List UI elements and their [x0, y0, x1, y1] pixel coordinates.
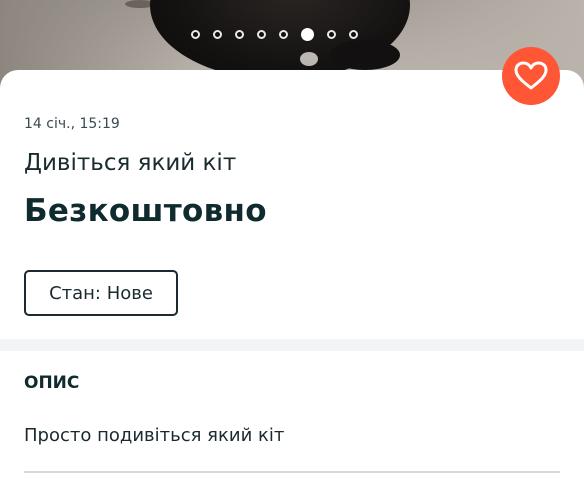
condition-badge: Стан: Нове — [24, 270, 178, 316]
favorite-button[interactable] — [502, 47, 560, 105]
gallery-dot[interactable] — [235, 30, 244, 39]
divider — [24, 471, 560, 473]
description-text: Просто подивіться який кіт — [24, 425, 285, 446]
gallery-pagination — [191, 28, 358, 41]
section-separator — [0, 339, 584, 351]
gallery-dot[interactable] — [279, 30, 288, 39]
gallery-dot[interactable] — [257, 30, 266, 39]
cat-spot — [300, 52, 318, 66]
gallery-dot-active[interactable] — [301, 28, 314, 41]
gallery-dot[interactable] — [327, 30, 336, 39]
listing-title: Дивіться який кіт — [24, 150, 237, 176]
listing-timestamp: 14 січ., 15:19 — [24, 116, 120, 132]
description-heading: ОПИС — [24, 373, 80, 393]
gallery-dot[interactable] — [349, 30, 358, 39]
gallery-dot[interactable] — [191, 30, 200, 39]
cat-paw — [330, 40, 400, 70]
heart-icon — [514, 61, 548, 90]
gallery-dot[interactable] — [213, 30, 222, 39]
listing-price: Безкоштовно — [24, 193, 267, 229]
